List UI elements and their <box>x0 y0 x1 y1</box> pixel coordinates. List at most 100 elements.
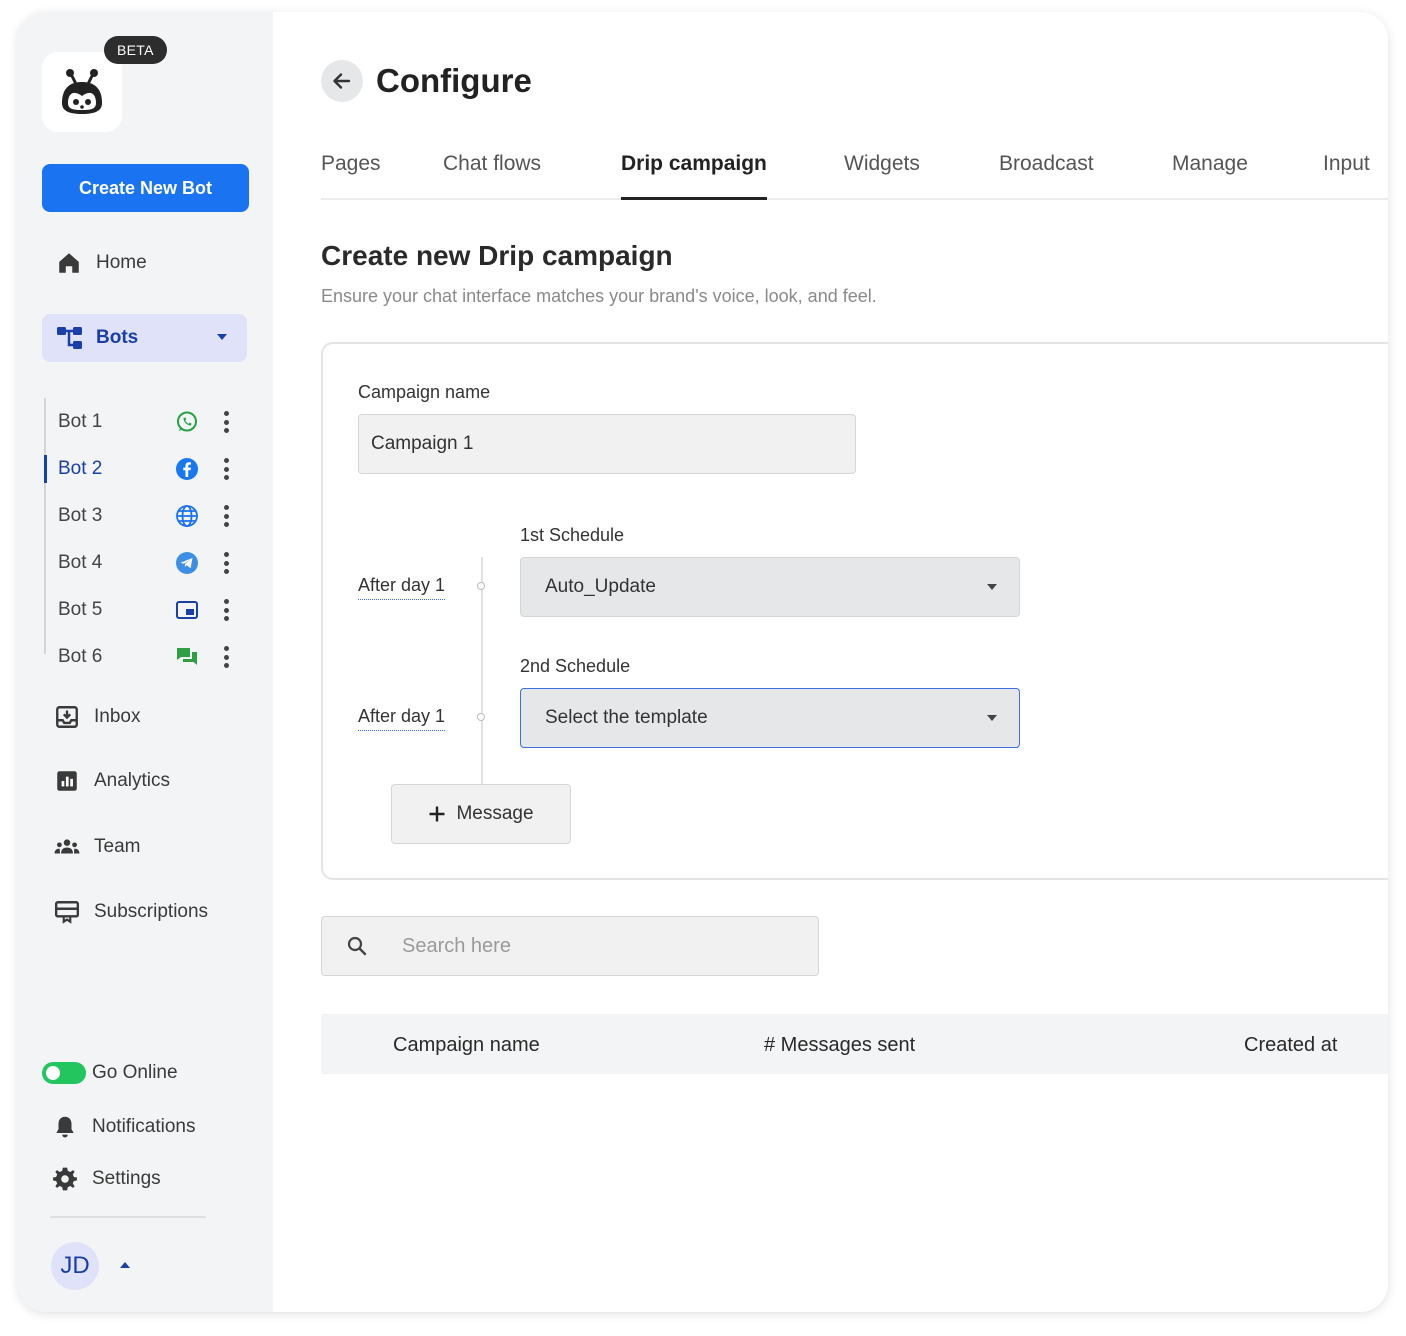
facebook-icon <box>174 456 200 482</box>
app-window: BETA Create New Bot Home Bots Bot 1 Bot … <box>18 12 1388 1312</box>
more-options-icon[interactable] <box>216 455 236 483</box>
nav-bots-label: Bots <box>96 327 139 348</box>
add-message-button[interactable]: Message <box>391 784 571 844</box>
bot-name: Bot 3 <box>58 505 103 526</box>
nav-team[interactable]: Team <box>54 834 140 860</box>
sidebar-divider <box>50 1216 206 1218</box>
chevron-up-icon[interactable] <box>120 1262 130 1268</box>
nav-subscriptions[interactable]: Subscriptions <box>54 899 208 925</box>
more-options-icon[interactable] <box>216 408 236 436</box>
bot-item-1[interactable]: Bot 1 <box>46 402 246 442</box>
bots-tree-icon <box>57 327 82 349</box>
bot-item-5[interactable]: Bot 5 <box>46 590 246 630</box>
tab-widgets[interactable]: Widgets <box>844 152 920 200</box>
nav-analytics[interactable]: Analytics <box>54 768 170 794</box>
bot-name: Bot 2 <box>58 458 103 479</box>
nav-team-label: Team <box>94 836 141 857</box>
nav-notifications[interactable]: Notifications <box>52 1114 196 1140</box>
section-subtitle: Ensure your chat interface matches your … <box>321 286 877 306</box>
schedule-2-value: Select the template <box>545 707 708 728</box>
nav-analytics-label: Analytics <box>94 770 171 791</box>
search-icon <box>347 936 367 956</box>
back-button[interactable] <box>321 60 363 102</box>
nav-bots[interactable]: Bots <box>42 314 247 362</box>
home-icon <box>59 253 79 273</box>
nav-settings-label: Settings <box>92 1168 161 1189</box>
bot-item-3[interactable]: Bot 3 <box>46 496 246 536</box>
subscriptions-icon <box>54 901 80 924</box>
column-messages-sent[interactable]: # Messages sent <box>764 1034 915 1057</box>
nav-notifications-label: Notifications <box>92 1116 196 1137</box>
schedule-1-delay[interactable]: After day 1 <box>358 575 446 600</box>
schedule-2-select[interactable]: Select the template <box>520 688 1020 748</box>
schedule-timeline <box>481 557 483 785</box>
analytics-icon <box>57 771 77 791</box>
nav-subscriptions-label: Subscriptions <box>94 901 209 922</box>
chevron-down-icon <box>987 584 997 590</box>
schedule-1-label: 1st Schedule <box>520 525 625 545</box>
schedule-1-select[interactable]: Auto_Update <box>520 557 1020 617</box>
campaign-name-label: Campaign name <box>358 382 491 402</box>
bot-name: Bot 5 <box>58 599 103 620</box>
nav-inbox[interactable]: Inbox <box>54 704 140 730</box>
bot-logo-icon <box>62 69 102 114</box>
more-options-icon[interactable] <box>216 596 236 624</box>
bot-name: Bot 6 <box>58 646 103 667</box>
nav-home-label: Home <box>96 252 147 273</box>
plus-icon <box>429 806 445 822</box>
nav-settings[interactable]: Settings <box>52 1166 161 1192</box>
arrow-left-icon <box>333 73 351 89</box>
tab-drip-campaign[interactable]: Drip campaign <box>621 152 767 200</box>
campaign-table-header: Campaign name # Messages sent Created at <box>321 1014 1388 1074</box>
tab-input[interactable]: Input <box>1323 152 1370 200</box>
chat-icon <box>174 644 200 670</box>
column-created-at[interactable]: Created at <box>1244 1034 1337 1057</box>
schedule-1-value: Auto_Update <box>545 576 656 597</box>
bot-item-2[interactable]: Bot 2 <box>44 449 246 489</box>
bot-item-6[interactable]: Bot 6 <box>46 637 246 677</box>
campaign-name-input[interactable]: Campaign 1 <box>358 414 856 474</box>
page-title: Configure <box>376 62 532 99</box>
schedule-2-label: 2nd Schedule <box>520 656 631 676</box>
more-options-icon[interactable] <box>216 549 236 577</box>
main-content: Configure Pages Chat flows Drip campaign… <box>273 12 1388 1312</box>
timeline-dot <box>477 582 485 590</box>
search-input[interactable] <box>402 929 782 963</box>
beta-badge: BETA <box>104 36 167 64</box>
timeline-dot <box>477 713 485 721</box>
bot-name: Bot 4 <box>58 552 103 573</box>
sidebar: BETA Create New Bot Home Bots Bot 1 Bot … <box>18 12 273 1312</box>
gear-icon <box>53 1167 77 1191</box>
tab-pages[interactable]: Pages <box>321 152 381 200</box>
globe-icon <box>174 503 200 529</box>
section-title: Create new Drip campaign <box>321 240 673 271</box>
team-icon <box>54 839 80 854</box>
drip-campaign-form: Campaign name Campaign 1 1st Schedule Af… <box>321 342 1388 880</box>
online-switch[interactable] <box>42 1062 86 1084</box>
nav-home[interactable]: Home <box>56 250 147 276</box>
logo-container <box>42 52 122 132</box>
app-logo[interactable] <box>42 52 122 132</box>
nav-inbox-label: Inbox <box>94 706 141 727</box>
column-campaign-name[interactable]: Campaign name <box>393 1034 540 1057</box>
tab-manage[interactable]: Manage <box>1172 152 1248 200</box>
bot-name: Bot 1 <box>58 411 103 432</box>
more-options-icon[interactable] <box>216 643 236 671</box>
tab-chat-flows[interactable]: Chat flows <box>443 152 541 200</box>
bell-icon <box>56 1116 74 1138</box>
create-new-bot-button[interactable]: Create New Bot <box>42 164 249 212</box>
tab-broadcast[interactable]: Broadcast <box>999 152 1094 200</box>
go-online-toggle[interactable]: Go Online <box>42 1062 178 1084</box>
schedule-2-delay[interactable]: After day 1 <box>358 706 446 731</box>
avatar[interactable]: JD <box>51 1242 99 1290</box>
inbox-icon <box>56 706 78 728</box>
whatsapp-icon <box>174 409 200 435</box>
go-online-label: Go Online <box>92 1062 178 1083</box>
add-message-label: Message <box>456 803 534 824</box>
more-options-icon[interactable] <box>216 502 236 530</box>
tab-bar: Pages Chat flows Drip campaign Widgets B… <box>321 150 1388 200</box>
telegram-icon <box>174 550 200 576</box>
chevron-down-icon[interactable] <box>217 334 227 340</box>
bot-item-4[interactable]: Bot 4 <box>46 543 246 583</box>
chevron-down-icon <box>987 715 997 721</box>
